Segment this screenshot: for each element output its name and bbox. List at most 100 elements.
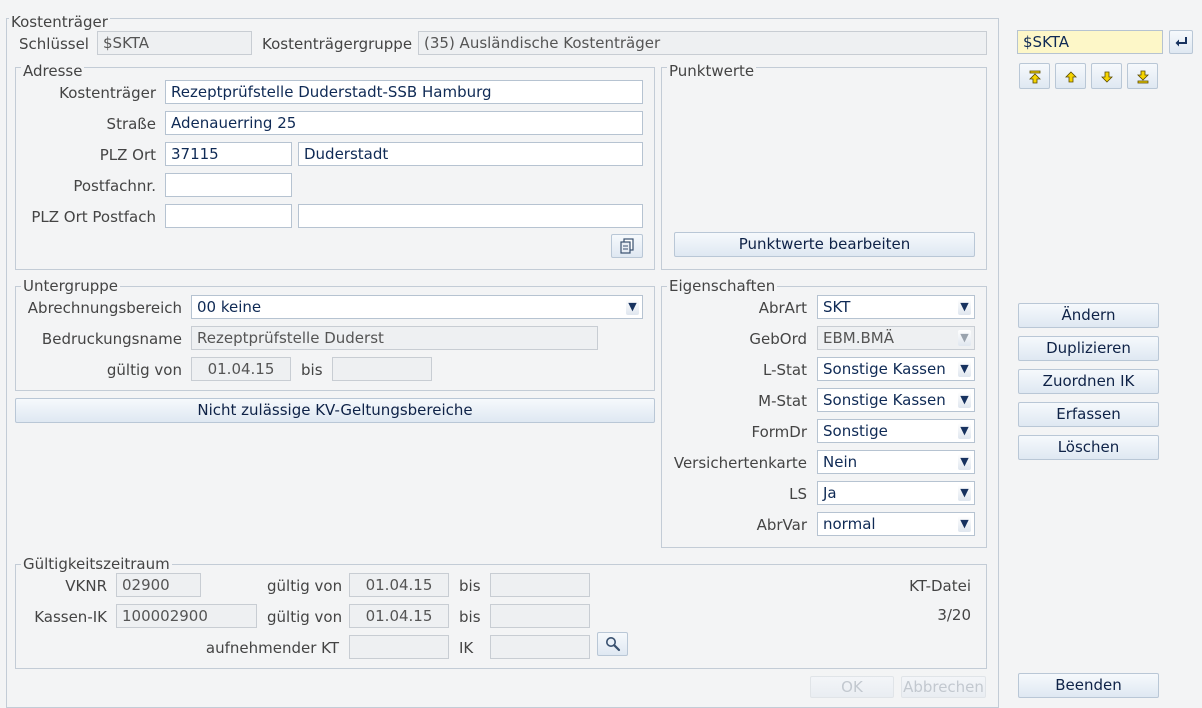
ik-field[interactable] xyxy=(490,635,590,659)
vknr-field[interactable]: 02900 xyxy=(116,573,201,597)
erfassen-button[interactable]: Erfassen xyxy=(1018,402,1159,427)
kt-name-label: Kostenträger xyxy=(59,84,156,102)
kt-datei-value: 3/20 xyxy=(937,606,971,624)
punktwerte-bearbeiten-button[interactable]: Punktwerte bearbeiten xyxy=(674,232,975,257)
plz-field[interactable]: 37115 xyxy=(165,142,292,166)
chevron-down-icon: ▼ xyxy=(958,516,971,532)
mstat-select[interactable]: Sonstige Kassen ▼ xyxy=(817,388,975,412)
kassen-ik-bis-field[interactable] xyxy=(490,604,590,628)
gebord-value: EBM.BMÄ xyxy=(823,329,894,347)
lstat-value: Sonstige Kassen xyxy=(823,360,946,378)
nav-last-button[interactable] xyxy=(1127,63,1158,89)
double-arrow-down-icon xyxy=(1137,70,1149,84)
vknr-gueltig-label: gültig von xyxy=(267,577,343,595)
kt-datei-label: KT-Datei xyxy=(909,577,971,595)
aufnehmender-kt-field[interactable] xyxy=(349,635,449,659)
ls-select[interactable]: Ja ▼ xyxy=(817,481,975,505)
vknr-bis-field[interactable] xyxy=(490,573,590,597)
search-icon xyxy=(606,637,621,652)
copy-address-button[interactable] xyxy=(611,234,643,258)
formdr-value: Sonstige xyxy=(823,422,888,440)
abrechnungsbereich-label: Abrechnungsbereich xyxy=(27,299,182,317)
ik-label: IK xyxy=(459,639,474,657)
ls-value: Ja xyxy=(823,484,837,502)
abrvar-select[interactable]: normal ▼ xyxy=(817,512,975,536)
adresse-legend: Adresse xyxy=(21,62,85,80)
kassen-ik-bis-label: bis xyxy=(459,608,481,626)
formdr-select[interactable]: Sonstige ▼ xyxy=(817,419,975,443)
kassen-ik-gueltig-label: gültig von xyxy=(267,608,343,626)
vknr-gueltig-von-field[interactable]: 01.04.15 xyxy=(349,573,449,597)
kostentraegergruppe-label: Kostenträgergruppe xyxy=(262,35,413,53)
chevron-down-icon: ▼ xyxy=(958,330,971,346)
abrart-select[interactable]: SKT ▼ xyxy=(817,295,975,319)
kt-name-field[interactable]: Rezeptprüfstelle Duderstadt-SSB Hamburg xyxy=(165,80,643,104)
versichertenkarte-select[interactable]: Nein ▼ xyxy=(817,450,975,474)
enter-button[interactable] xyxy=(1169,30,1193,54)
strasse-label: Straße xyxy=(106,115,156,133)
search-input[interactable]: $SKTA xyxy=(1017,30,1163,54)
chevron-down-icon: ▼ xyxy=(958,454,971,470)
postfach-label: Postfachnr. xyxy=(73,177,156,195)
plz-ort-postfach-label: PLZ Ort Postfach xyxy=(31,208,156,226)
gebord-select[interactable]: EBM.BMÄ ▼ xyxy=(817,326,975,350)
vknr-label: VKNR xyxy=(65,577,107,595)
lstat-select[interactable]: Sonstige Kassen ▼ xyxy=(817,357,975,381)
chevron-down-icon: ▼ xyxy=(626,299,639,315)
plz-ort-label: PLZ Ort xyxy=(99,146,156,164)
eigenschaft-label-lstat: L-Stat xyxy=(763,361,807,379)
ort-postfach-field[interactable] xyxy=(298,204,643,228)
nav-prev-button[interactable] xyxy=(1055,63,1086,89)
nav-first-button[interactable] xyxy=(1019,63,1050,89)
eigenschaft-label-versichertenkarte: Versichertenkarte xyxy=(673,454,807,472)
copy-icon xyxy=(620,238,634,254)
double-arrow-up-icon xyxy=(1029,70,1041,84)
kassen-ik-label: Kassen-IK xyxy=(34,608,107,626)
beenden-button[interactable]: Beenden xyxy=(1018,673,1159,698)
strasse-field[interactable]: Adenauerring 25 xyxy=(165,111,643,135)
chevron-down-icon: ▼ xyxy=(958,423,971,439)
abbrechen-button[interactable]: Abbrechen xyxy=(901,676,986,698)
ik-search-button[interactable] xyxy=(597,632,628,656)
aendern-button[interactable]: Ändern xyxy=(1018,303,1159,328)
eigenschaft-label-ls: LS xyxy=(789,485,807,503)
ort-field[interactable]: Duderstadt xyxy=(298,142,643,166)
eigenschaften-legend: Eigenschaften xyxy=(667,277,778,295)
chevron-down-icon: ▼ xyxy=(958,485,971,501)
gueltigkeitszeitraum-legend: Gültigkeitszeitraum xyxy=(21,555,172,573)
postfach-field[interactable] xyxy=(165,173,292,197)
chevron-down-icon: ▼ xyxy=(958,392,971,408)
nav-next-button[interactable] xyxy=(1091,63,1122,89)
untergruppe-gueltig-von-field[interactable]: 01.04.15 xyxy=(191,357,291,381)
zuordnen-ik-button[interactable]: Zuordnen IK xyxy=(1018,369,1159,394)
plz-postfach-field[interactable] xyxy=(165,204,292,228)
chevron-down-icon: ▼ xyxy=(958,299,971,315)
eigenschaft-label-formdr: FormDr xyxy=(751,423,807,441)
untergruppe-legend: Untergruppe xyxy=(21,277,120,295)
abrvar-value: normal xyxy=(823,515,876,533)
mstat-value: Sonstige Kassen xyxy=(823,391,946,409)
kostentraegergruppe-field[interactable]: (35) Ausländische Kostenträger xyxy=(418,31,987,55)
chevron-down-icon: ▼ xyxy=(958,361,971,377)
eigenschaft-label-mstat: M-Stat xyxy=(758,392,807,410)
arrow-up-icon xyxy=(1065,71,1077,83)
schluessel-field[interactable]: $SKTA xyxy=(97,31,252,55)
duplizieren-button[interactable]: Duplizieren xyxy=(1018,336,1159,361)
kassen-ik-gueltig-von-field[interactable]: 01.04.15 xyxy=(349,604,449,628)
bedruckungsname-label: Bedruckungsname xyxy=(41,330,182,348)
enter-icon xyxy=(1175,37,1187,47)
schluessel-label: Schlüssel xyxy=(19,35,89,53)
untergruppe-bis-field[interactable] xyxy=(332,357,432,381)
kassen-ik-field[interactable]: 100002900 xyxy=(116,604,257,628)
eigenschaft-label-abrart: AbrArt xyxy=(758,299,807,317)
aufnehmender-kt-label: aufnehmender KT xyxy=(205,639,339,657)
abrechnungsbereich-select[interactable]: 00 keine ▼ xyxy=(191,295,643,319)
untergruppe-gueltig-label: gültig von xyxy=(106,361,182,379)
ok-button[interactable]: OK xyxy=(810,676,894,698)
kv-geltungsbereiche-button[interactable]: Nicht zulässige KV-Geltungsbereiche xyxy=(15,398,655,423)
untergruppe-bis-label: bis xyxy=(301,361,323,379)
loeschen-button[interactable]: Löschen xyxy=(1018,435,1159,460)
abrart-value: SKT xyxy=(823,298,851,316)
arrow-down-icon xyxy=(1101,71,1113,83)
bedruckungsname-field[interactable]: Rezeptprüfstelle Duderst xyxy=(191,326,598,350)
